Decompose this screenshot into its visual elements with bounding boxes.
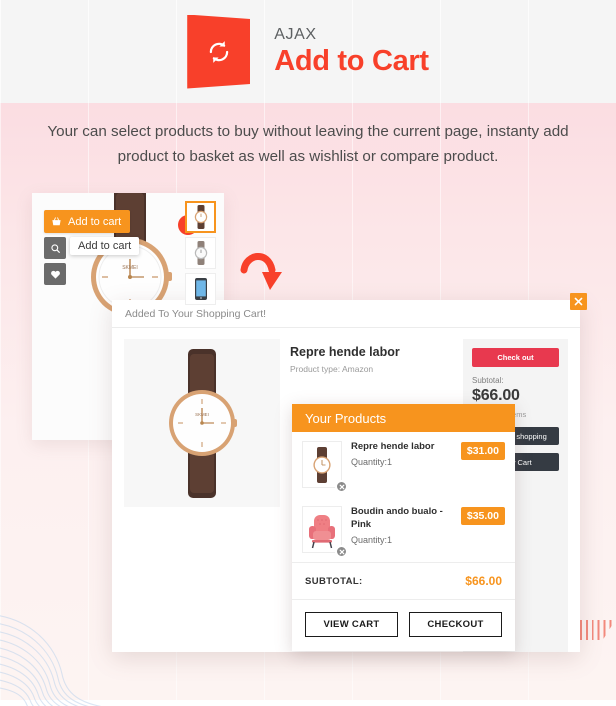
add-to-cart-label: Add to cart (68, 215, 122, 228)
remove-item-button[interactable] (335, 545, 348, 558)
cart-items-list: Repre hende labor Quantity:1 $31.00 Boud… (292, 432, 515, 562)
view-cart-button[interactable]: VIEW CART (305, 612, 398, 637)
summary-subtotal-value: $66.00 (472, 387, 520, 404)
cart-modal-header: Added To Your Shopping Cart! (112, 300, 580, 328)
cart-item[interactable]: Boudin ando bualo - Pink Quantity:1 $35.… (292, 497, 515, 562)
modal-product-type: Product type: Amazon (290, 364, 374, 374)
panel-subtotal-row: SUBTOTAL: $66.00 (292, 562, 515, 599)
cart-item-name: Repre hende labor (351, 441, 435, 452)
quick-view-button[interactable] (44, 237, 66, 259)
thumbnail-watch-silver[interactable] (185, 237, 216, 269)
cart-item-price: $35.00 (460, 507, 505, 525)
close-modal-button[interactable] (570, 293, 587, 310)
your-products-panel: Your Products Repre hende labor Quantity… (292, 404, 515, 651)
remove-icon (339, 549, 344, 554)
page-stage: AJAX Add to Cart Your can select product… (0, 0, 616, 706)
wishlist-button[interactable] (44, 263, 66, 285)
cart-modal-title: Added To Your Shopping Cart! (125, 307, 267, 320)
cart-item-quantity: Quantity:1 (351, 534, 393, 545)
cart-item-quantity: Quantity:1 (351, 456, 393, 467)
page-header: AJAX Add to Cart (0, 0, 616, 103)
your-products-heading: Your Products (292, 404, 515, 432)
cart-item-info: Repre hende labor Quantity:1 (342, 441, 461, 467)
thumb-phone-icon (194, 278, 207, 300)
thumbnail-smartphone[interactable] (185, 273, 216, 305)
panel-actions: VIEW CART CHECKOUT (292, 599, 515, 651)
watch-icon (313, 446, 331, 483)
checkout-button[interactable]: CHECKOUT (409, 612, 502, 637)
cart-modal-body: SKMEI Repre hende labor Product type: Am… (112, 328, 580, 652)
basket-icon (52, 217, 61, 226)
close-icon (574, 297, 583, 306)
armchair-icon (309, 514, 335, 548)
checkout-top-button[interactable]: Check out (472, 348, 559, 367)
panel-subtotal-label: SUBTOTAL: (305, 575, 363, 587)
ajax-refresh-icon (209, 40, 228, 63)
logo (187, 14, 251, 89)
cart-item-price: $31.00 (460, 442, 505, 460)
thumbnail-list (185, 201, 218, 309)
cart-modal: Added To Your Shopping Cart! SKMEI Repre… (112, 293, 587, 652)
curved-arrow-down-right-icon (240, 253, 282, 290)
page-title: Add to Cart (274, 45, 429, 78)
cart-item-info: Boudin ando bualo - Pink Quantity:1 (342, 506, 461, 545)
summary-subtotal-label: Subtotal: (472, 376, 504, 385)
modal-product-title: Repre hende labor (290, 345, 400, 359)
svg-text:SKMEI: SKMEI (122, 265, 138, 271)
magnifier-icon (50, 243, 60, 253)
thumb-watch-icon (194, 205, 207, 229)
thumb-watch-silver-icon (194, 241, 207, 265)
cart-item-name: Boudin ando bualo - Pink (351, 506, 443, 530)
add-to-cart-tooltip: Add to cart (70, 237, 140, 255)
header-eyebrow: AJAX (274, 26, 317, 44)
heart-icon (50, 270, 60, 279)
add-to-cart-button[interactable]: Add to cart (44, 210, 131, 233)
thumbnail-watch-rose-gold[interactable] (185, 201, 216, 233)
modal-watch-icon: SKMEI (169, 348, 237, 498)
page-subtitle: Your can select products to buy without … (47, 123, 569, 165)
panel-subtotal-value: $66.00 (465, 574, 502, 588)
remove-icon (339, 484, 344, 489)
modal-product-image: SKMEI (124, 339, 280, 507)
remove-item-button[interactable] (335, 480, 348, 493)
cart-item[interactable]: Repre hende labor Quantity:1 $31.00 (292, 432, 515, 497)
svg-text:SKMEI: SKMEI (195, 412, 209, 417)
